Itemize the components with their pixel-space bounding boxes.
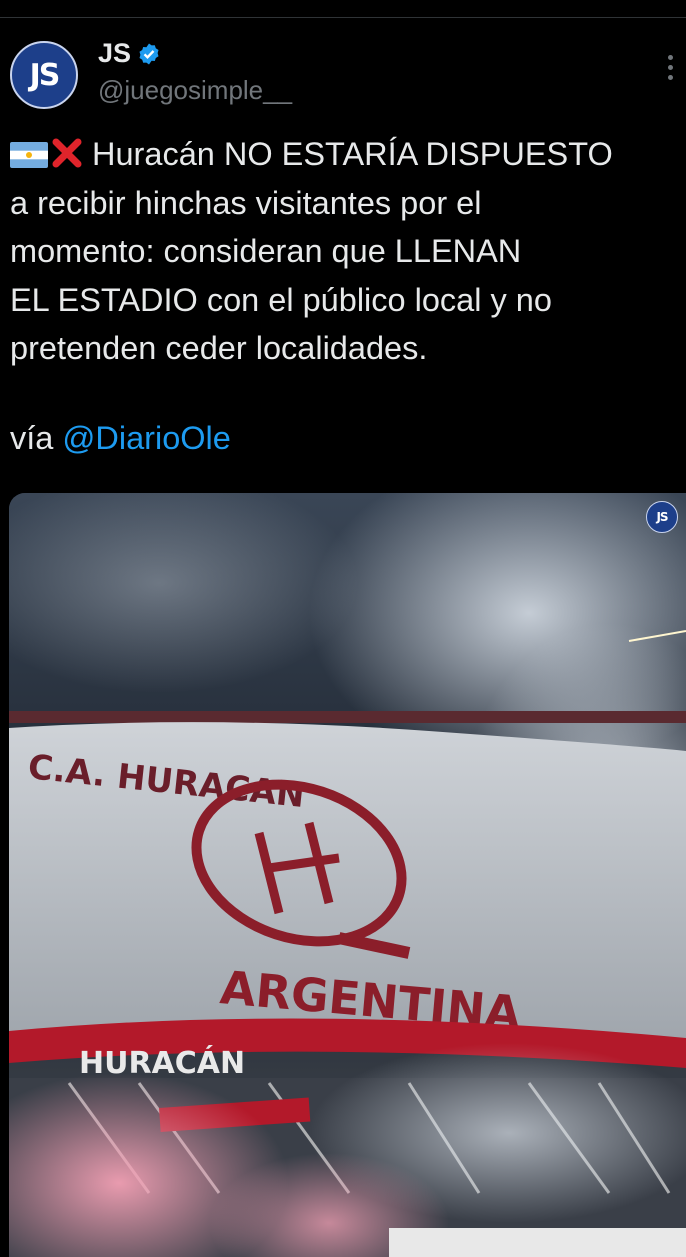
watermark-logo: JS bbox=[646, 501, 678, 533]
mention-link[interactable]: @DiarioOle bbox=[62, 420, 230, 456]
tweet-text-block: Huracán NO ESTARÍA DISPUESTO a recibir h… bbox=[10, 130, 682, 373]
author-name-row[interactable]: JS bbox=[98, 38, 161, 69]
author-handle[interactable]: @juegosimple__ bbox=[98, 75, 292, 106]
verified-badge-icon bbox=[139, 43, 159, 64]
tweet-text: Huracán NO ESTARÍA DISPUESTO a recibir h… bbox=[10, 136, 613, 366]
author-name[interactable]: JS bbox=[98, 38, 131, 69]
avatar-logo-text: JS bbox=[29, 57, 61, 93]
stadium-photo: C.A. HURACAN ARGENTINA HURACÁN bbox=[9, 493, 686, 1257]
tweet-media-image[interactable]: C.A. HURACAN ARGENTINA HURACÁN JS bbox=[9, 493, 686, 1257]
argentina-flag-emoji-icon bbox=[10, 142, 48, 168]
via-prefix: vía bbox=[10, 420, 63, 456]
watermark-text: JS bbox=[656, 510, 668, 524]
tweet-source: vía @DiarioOle bbox=[10, 414, 231, 462]
top-divider bbox=[0, 17, 686, 18]
author-avatar[interactable]: JS bbox=[10, 41, 78, 109]
red-x-emoji-icon bbox=[52, 138, 82, 168]
more-options-icon[interactable] bbox=[668, 55, 674, 80]
